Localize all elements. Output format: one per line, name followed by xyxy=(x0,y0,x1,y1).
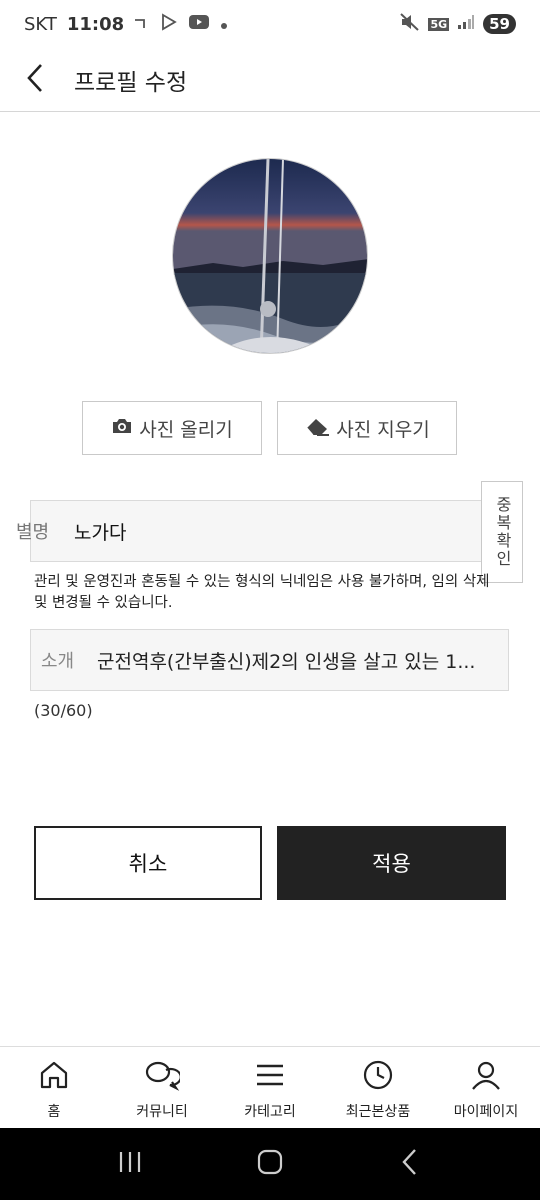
nav-label-community: 커뮤니티 xyxy=(136,1104,188,1120)
battery-level: 59 xyxy=(483,14,516,34)
nav-item-recent[interactable]: 최근본상품 xyxy=(324,1047,432,1128)
dot-icon xyxy=(220,15,228,34)
status-bar: SKT 11:08 5G 59 xyxy=(0,0,540,48)
nav-label-mypage: 마이페이지 xyxy=(453,1104,519,1120)
profile-avatar xyxy=(172,158,368,354)
play-store-icon xyxy=(160,13,178,35)
carrier-label: SKT xyxy=(24,13,57,35)
nav-label-category: 카테고리 xyxy=(244,1104,296,1120)
mute-icon xyxy=(400,12,420,36)
chat-bubbles-icon xyxy=(144,1059,182,1095)
menu-icon xyxy=(254,1059,286,1095)
upload-photo-button[interactable]: 사진 올리기 xyxy=(82,401,262,455)
apply-button[interactable]: 적용 xyxy=(277,826,506,900)
youtube-icon xyxy=(188,14,210,34)
signal-icon xyxy=(457,14,475,35)
status-time: 11:08 xyxy=(66,13,125,35)
nav-item-mypage[interactable]: 마이페이지 xyxy=(432,1047,540,1128)
network-5g-label: 5G xyxy=(428,17,450,31)
system-nav-bar xyxy=(0,1128,540,1200)
back-button[interactable] xyxy=(0,48,70,112)
intro-char-count: (30/60) xyxy=(34,701,93,720)
status-left: SKT 11:08 xyxy=(24,13,228,35)
nickname-input[interactable]: 노가다 xyxy=(74,518,126,545)
intro-label: 소개 xyxy=(41,651,75,672)
bottom-nav: 홈 커뮤니티 카테고리 최근본상품 마이페이지 xyxy=(0,1046,540,1128)
cancel-button[interactable]: 취소 xyxy=(34,826,262,900)
clock-icon xyxy=(362,1059,394,1095)
delete-photo-button[interactable]: 사진 지우기 xyxy=(277,401,457,455)
page-title: 프로필 수정 xyxy=(74,69,188,96)
user-icon xyxy=(470,1059,502,1095)
nav-item-category[interactable]: 카테고리 xyxy=(216,1047,324,1128)
home-icon xyxy=(38,1059,70,1095)
notification-icon xyxy=(134,15,150,34)
recent-apps-icon xyxy=(117,1150,143,1178)
back-system-button[interactable] xyxy=(380,1139,440,1189)
recent-apps-button[interactable] xyxy=(100,1139,160,1189)
intro-input[interactable]: 군전역후(간부출신)제2의 인생을 살고 있는 1... xyxy=(97,647,487,674)
eraser-icon xyxy=(304,416,330,441)
chevron-left-icon xyxy=(25,63,45,97)
status-right: 5G 59 xyxy=(400,12,516,36)
nickname-label: 별명 xyxy=(16,522,50,543)
nickname-notice: 관리 및 운영진과 혼동될 수 있는 형식의 닉네임은 사용 불가하며, 임의 … xyxy=(34,574,490,611)
duplicate-check-button[interactable]: 중복확인 xyxy=(481,481,523,583)
intro-field[interactable]: 소개 군전역후(간부출신)제2의 인생을 살고 있는 1... xyxy=(30,629,509,691)
chevron-back-icon xyxy=(401,1148,419,1180)
camera-icon xyxy=(111,417,133,440)
home-square-icon xyxy=(257,1149,283,1179)
upload-photo-label: 사진 올리기 xyxy=(139,418,233,441)
app-header: 프로필 수정 xyxy=(0,48,540,112)
nav-item-community[interactable]: 커뮤니티 xyxy=(108,1047,216,1128)
home-system-button[interactable] xyxy=(240,1139,300,1189)
nav-label-recent: 최근본상품 xyxy=(345,1104,411,1120)
delete-photo-label: 사진 지우기 xyxy=(336,418,430,441)
nav-item-home[interactable]: 홈 xyxy=(0,1047,108,1128)
nav-label-home: 홈 xyxy=(47,1104,61,1120)
